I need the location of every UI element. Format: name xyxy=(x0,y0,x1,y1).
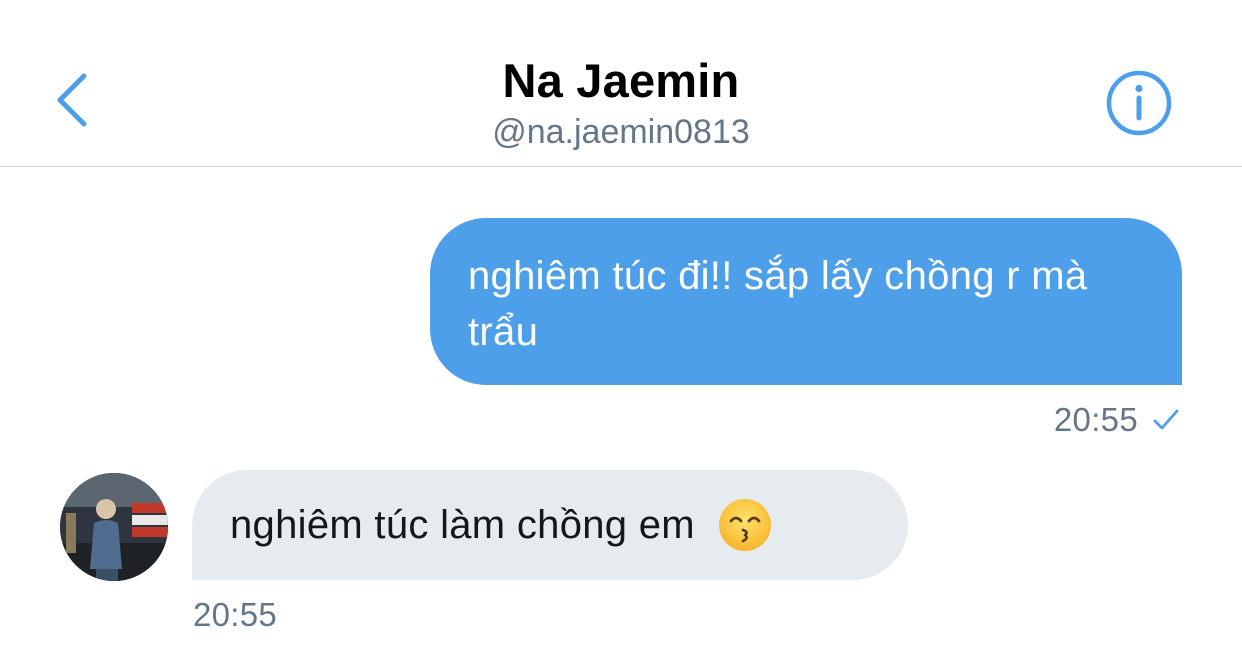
incoming-message-bubble[interactable]: nghiêm túc làm chồng em xyxy=(192,470,908,580)
outgoing-message-time: 20:55 xyxy=(1053,401,1138,438)
incoming-message-time: 20:55 xyxy=(193,596,278,633)
conversation-header: Na Jaemin @na.jaemin0813 xyxy=(0,0,1242,167)
conversation-title-block: Na Jaemin @na.jaemin0813 xyxy=(0,52,1242,154)
outgoing-message-bubble[interactable]: nghiêm túc đi!! sắp lấy chồng r mà trẩu xyxy=(430,218,1182,385)
dm-conversation-screen: Na Jaemin @na.jaemin0813 nghiêm túc đi!!… xyxy=(0,0,1242,660)
contact-name: Na Jaemin xyxy=(502,54,740,107)
incoming-message-text: nghiêm túc làm chồng em xyxy=(230,502,695,547)
check-icon xyxy=(1152,407,1180,433)
back-button[interactable] xyxy=(44,64,104,136)
info-circle-icon xyxy=(1106,70,1172,136)
contact-handle: @na.jaemin0813 xyxy=(492,113,750,151)
avatar[interactable] xyxy=(60,473,168,581)
kissing-face-smiling-eyes-icon xyxy=(717,497,773,553)
outgoing-message-meta: 20:55 xyxy=(1054,400,1180,440)
incoming-message-meta: 20:55 xyxy=(193,596,277,634)
info-button[interactable] xyxy=(1106,70,1172,136)
chevron-left-icon xyxy=(57,73,87,127)
